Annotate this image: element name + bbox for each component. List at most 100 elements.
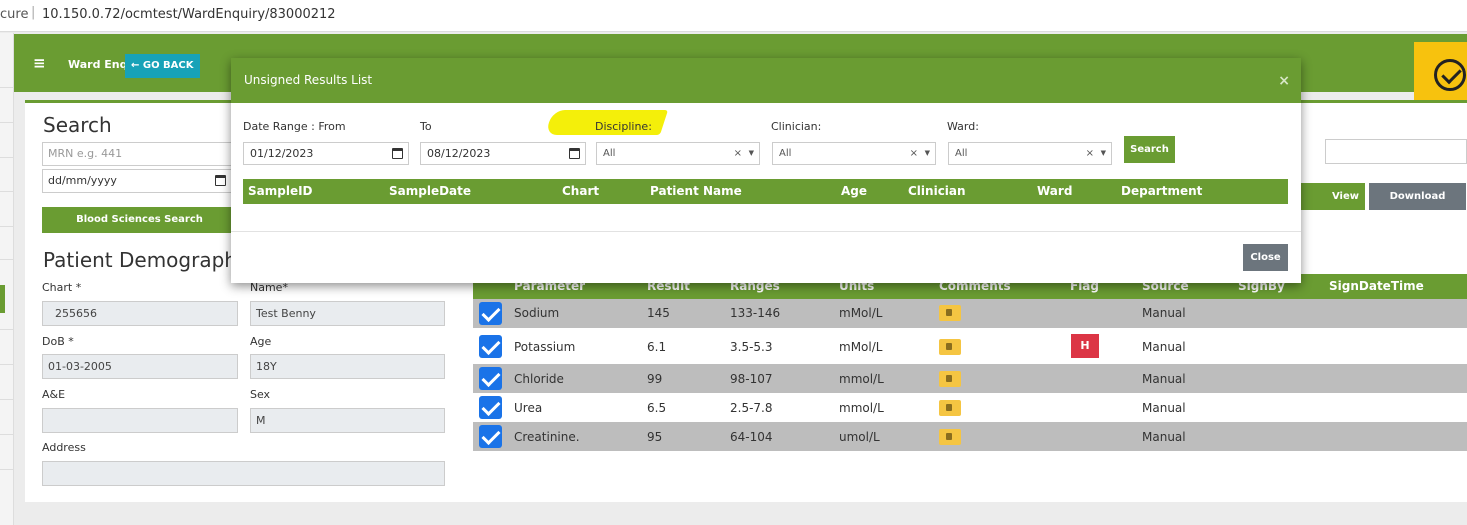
blood-sciences-search-button[interactable]: Blood Sciences Search [42,207,237,233]
sex-label: Sex [250,388,271,401]
date-to-input[interactable]: 08/12/2023 [420,142,586,165]
cell-parameter: Urea [514,401,543,415]
table-row: Chloride 99 98-107 mmol/L Manual [473,364,1467,393]
col-sampleid[interactable]: SampleID [248,184,313,198]
dob-label: DoB * [42,335,74,348]
gutter-divider [0,157,14,158]
modal-header: Unsigned Results List × [231,58,1301,103]
age-label: Age [250,335,272,348]
cell-result: 6.1 [647,340,667,354]
cell-units: mMol/L [839,340,883,354]
col-chart[interactable]: Chart [562,184,599,198]
chevron-down-icon[interactable]: ▼ [749,143,754,164]
comment-icon[interactable] [939,305,961,321]
chevron-down-icon[interactable]: ▼ [1101,143,1106,164]
clear-icon[interactable]: × [734,143,742,164]
cell-source: Manual [1142,340,1186,354]
chart-label: Chart * [42,281,82,294]
cell-range: 3.5-5.3 [730,340,773,354]
date-from-input[interactable]: 01/12/2023 [243,142,409,165]
discipline-label: Discipline: [595,120,652,133]
cell-parameter: Creatinine. [514,430,580,444]
mrn-input[interactable]: MRN e.g. 441 [42,142,232,166]
gutter-divider [0,434,14,435]
col-patient-name[interactable]: Patient Name [650,184,742,198]
col-age[interactable]: Age [841,184,867,198]
cell-parameter: Sodium [514,306,560,320]
date-to-value: 08/12/2023 [427,147,491,160]
download-report-button[interactable]: Download Report [1369,183,1466,229]
gutter-divider [0,329,14,330]
calendar-icon[interactable] [569,148,580,159]
check-circle-icon[interactable] [1414,42,1467,109]
calendar-icon[interactable] [392,148,403,159]
cell-units: umol/L [839,430,880,444]
chevron-down-icon[interactable]: ▼ [925,143,930,164]
dob-field: 01-03-2005 [42,354,238,379]
modal-search-button[interactable]: Search [1124,136,1175,163]
calendar-icon[interactable] [215,175,226,186]
search-date-input[interactable]: dd/mm/yyyy [42,169,232,193]
col-clinician[interactable]: Clinician [908,184,966,198]
gutter-active-marker [0,285,5,313]
cell-result: 6.5 [647,401,667,415]
menu-icon[interactable]: ≡ [33,54,46,72]
ward-label: Ward: [947,120,979,133]
row-checkbox[interactable] [479,335,502,358]
modal-close-button[interactable]: Close [1243,244,1288,271]
ae-field [42,408,238,433]
ward-select[interactable]: All × ▼ [948,142,1112,165]
clinician-select[interactable]: All × ▼ [772,142,936,165]
cell-source: Manual [1142,306,1186,320]
go-back-button[interactable]: ← GO BACK [125,54,200,78]
gutter-divider [0,87,14,88]
row-checkbox[interactable] [479,425,502,448]
unsigned-results-modal: Unsigned Results List × Date Range : Fro… [231,58,1301,283]
gutter-divider [0,469,14,470]
address-separator: | [31,5,36,20]
gutter-divider [0,226,14,227]
age-field: 18Y [250,354,445,379]
cell-range: 64-104 [730,430,773,444]
col-signdatetime[interactable]: SignDateTime [1329,279,1424,293]
cell-parameter: Potassium [514,340,576,354]
browser-address-bar[interactable]: cure | 10.150.0.72/ocmtest/WardEnquiry/8… [0,0,1467,32]
row-checkbox[interactable] [479,302,502,325]
search-heading: Search [43,113,112,137]
date-from-value: 01/12/2023 [250,147,314,160]
comment-icon[interactable] [939,371,961,387]
table-row: Urea 6.5 2.5-7.8 mmol/L Manual [473,393,1467,422]
col-department[interactable]: Department [1121,184,1202,198]
right-filter-input[interactable] [1325,139,1467,164]
cell-units: mmol/L [839,372,884,386]
col-sampledate[interactable]: SampleDate [389,184,471,198]
address-field [42,461,445,486]
row-checkbox[interactable] [479,367,502,390]
discipline-value: All [603,148,616,159]
row-checkbox[interactable] [479,396,502,419]
comment-icon[interactable] [939,339,961,355]
checkmark-icon [1434,59,1466,91]
gutter-divider [0,399,14,400]
chart-field: 255656 [42,301,238,326]
url-text[interactable]: 10.150.0.72/ocmtest/WardEnquiry/83000212 [42,7,336,22]
modal-footer-divider [231,231,1301,232]
ae-label: A&E [42,388,66,401]
date-from-label: Date Range : From [243,120,346,133]
discipline-select[interactable]: All × ▼ [596,142,760,165]
col-ward[interactable]: Ward [1037,184,1072,198]
date-to-label: To [420,120,432,133]
cell-range: 2.5-7.8 [730,401,773,415]
clear-icon[interactable]: × [910,143,918,164]
gutter-divider [0,191,14,192]
ward-value: All [955,148,968,159]
clinician-label: Clinician: [771,120,822,133]
view-request-button[interactable]: View Request [1292,183,1365,229]
security-indicator[interactable]: cure [0,7,28,22]
comment-icon[interactable] [939,400,961,416]
name-field: Test Benny [250,301,445,326]
close-icon[interactable]: × [1278,73,1290,89]
comment-icon[interactable] [939,429,961,445]
gutter-divider [0,122,14,123]
clear-icon[interactable]: × [1086,143,1094,164]
